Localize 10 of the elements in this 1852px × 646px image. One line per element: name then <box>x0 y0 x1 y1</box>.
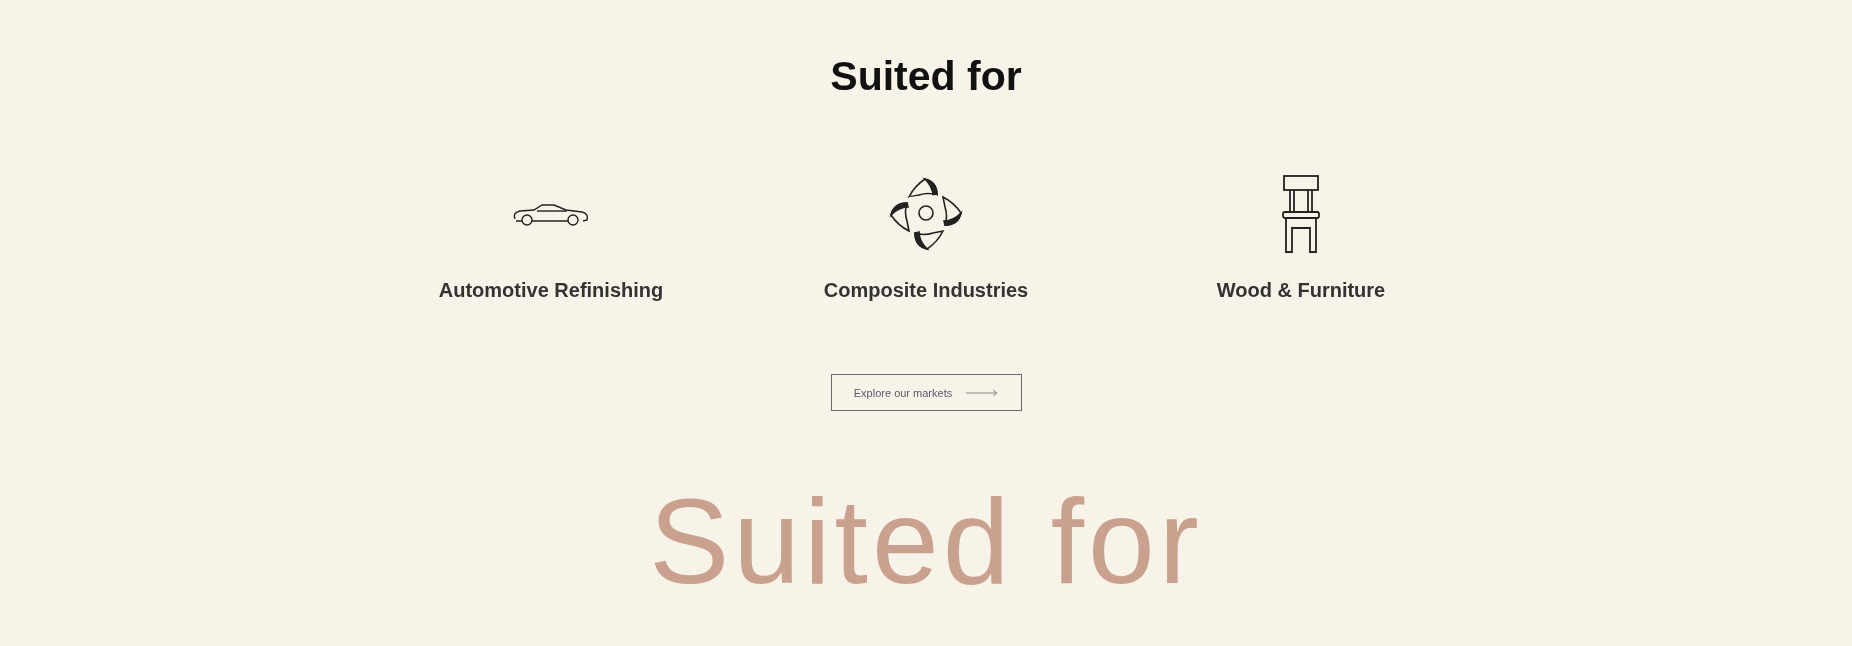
section-heading: Suited for <box>830 52 1022 100</box>
explore-button[interactable]: Explore our markets <box>830 374 1022 411</box>
chair-icon <box>1281 175 1321 253</box>
market-label: Composite Industries <box>823 279 1029 302</box>
background-heading: Suited for <box>649 481 1203 601</box>
market-label: Wood & Furniture <box>1216 279 1386 302</box>
market-label: Automotive Refinishing <box>438 279 664 302</box>
saw-blade-icon <box>887 175 965 253</box>
car-icon <box>512 201 590 227</box>
arrow-icon <box>966 388 999 397</box>
